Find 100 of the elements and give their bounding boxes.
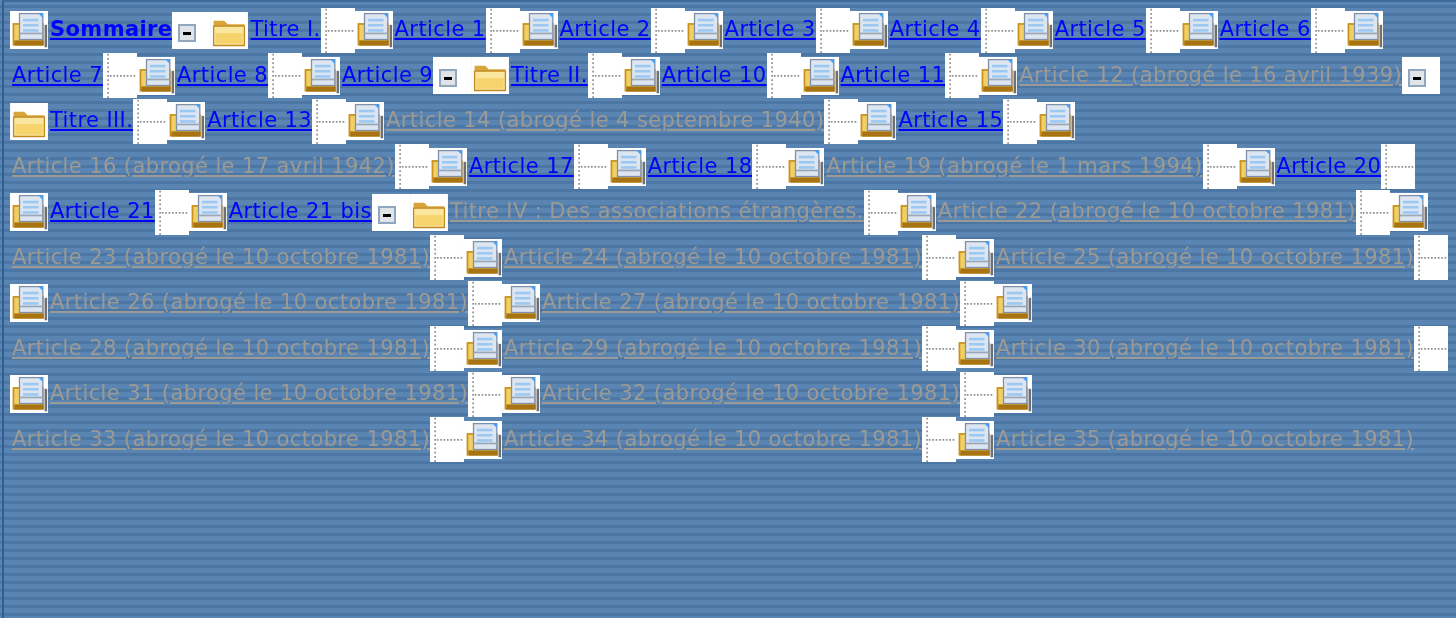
document-icon bbox=[167, 102, 206, 140]
tree-link[interactable]: Article 3 bbox=[724, 17, 816, 41]
tree-connector bbox=[980, 7, 1015, 53]
document-icon bbox=[956, 420, 995, 459]
tree-link[interactable]: Article 31 (abrogé le 10 octobre 1981) bbox=[50, 381, 468, 405]
tree-connector bbox=[587, 53, 622, 98]
tree-connector bbox=[922, 326, 957, 371]
tree-connector bbox=[103, 53, 137, 98]
document-icon bbox=[10, 375, 48, 413]
collapse-toggle[interactable] bbox=[433, 57, 472, 94]
tree-link[interactable]: Article 33 (abrogé le 10 octobre 1981) bbox=[12, 426, 430, 451]
document-icon bbox=[188, 193, 227, 231]
tree-link[interactable]: Titre II. bbox=[511, 62, 588, 87]
tree-connector bbox=[960, 280, 995, 326]
tree-link[interactable]: Article 34 (abrogé le 10 octobre 1981) bbox=[504, 426, 923, 451]
document-icon bbox=[849, 11, 888, 49]
folder-icon bbox=[471, 57, 510, 94]
collapse-toggle[interactable] bbox=[172, 11, 211, 49]
tree-link[interactable]: Article 30 (abrogé le 10 octobre 1981) bbox=[996, 335, 1415, 360]
document-icon bbox=[607, 147, 646, 186]
tree-link[interactable]: Article 14 (abrogé le 4 septembre 1940) bbox=[386, 108, 825, 132]
tree-connector bbox=[1355, 189, 1390, 235]
tree-connector bbox=[1414, 235, 1449, 280]
tree-link[interactable]: Article 16 (abrogé le 17 avril 1942) bbox=[12, 153, 395, 178]
document-icon bbox=[10, 193, 48, 231]
tree-connector bbox=[922, 417, 957, 462]
tree-link[interactable]: Article 2 bbox=[559, 17, 651, 41]
document-icon bbox=[10, 284, 48, 322]
tree-connector bbox=[320, 7, 355, 53]
tree-link[interactable]: Article 15 bbox=[898, 108, 1004, 132]
tree-link[interactable]: Article 1 bbox=[394, 17, 486, 41]
document-icon bbox=[1179, 11, 1218, 49]
tree-connector bbox=[815, 7, 850, 53]
tree-connector bbox=[154, 189, 189, 235]
tree-link[interactable]: Article 13 bbox=[207, 108, 313, 132]
tree-connector bbox=[430, 235, 464, 280]
tree-link[interactable]: Article 25 (abrogé le 10 octobre 1981) bbox=[996, 244, 1415, 269]
collapse-toggle[interactable] bbox=[371, 193, 410, 231]
tree-connector bbox=[485, 7, 520, 53]
tree-link[interactable]: Article 6 bbox=[1219, 17, 1311, 41]
tree-connector bbox=[468, 371, 502, 417]
document-icon bbox=[621, 56, 660, 95]
document-icon bbox=[464, 420, 502, 459]
tree-link[interactable]: Article 21 bbox=[50, 199, 155, 223]
tree-link[interactable]: Article 21 bis bbox=[228, 199, 372, 223]
tree-link[interactable]: Article 11 bbox=[840, 62, 946, 87]
tree-link[interactable]: Article 29 (abrogé le 10 octobre 1981) bbox=[504, 335, 923, 360]
tree-link[interactable]: Titre III. bbox=[50, 108, 134, 132]
tree-link[interactable]: Article 4 bbox=[889, 17, 981, 41]
document-icon bbox=[502, 375, 540, 413]
tree-connector bbox=[394, 144, 429, 189]
document-icon bbox=[428, 147, 467, 186]
document-icon bbox=[137, 56, 175, 95]
tree-link[interactable]: Article 20 bbox=[1276, 153, 1382, 178]
tree-link[interactable]: Article 9 bbox=[342, 62, 434, 87]
tree-connector bbox=[1145, 7, 1180, 53]
tree-link[interactable]: Article 5 bbox=[1054, 17, 1146, 41]
tree-connector bbox=[1414, 326, 1449, 371]
tree-link[interactable]: Article 22 (abrogé le 10 octobre 1981) bbox=[937, 199, 1356, 223]
tree-link[interactable]: Article 10 bbox=[661, 62, 767, 87]
document-icon bbox=[979, 56, 1018, 95]
tree-link[interactable]: Titre IV : Des associations étrangères. bbox=[449, 199, 864, 223]
tree-connector bbox=[650, 7, 685, 53]
tree-connector bbox=[752, 144, 787, 189]
document-icon bbox=[1236, 147, 1275, 186]
tree-link[interactable]: Article 12 (abrogé le 16 avril 1939) bbox=[1019, 62, 1403, 87]
tree-link[interactable]: Article 32 (abrogé le 10 octobre 1981) bbox=[542, 381, 961, 405]
tree-link[interactable]: Article 17 bbox=[468, 153, 574, 178]
tree-link[interactable]: Article 35 (abrogé le 10 octobre 1981) bbox=[996, 426, 1415, 451]
document-icon bbox=[684, 11, 723, 49]
tree-link[interactable]: Article 7 bbox=[12, 62, 103, 87]
document-icon bbox=[354, 11, 393, 49]
document-icon bbox=[1037, 102, 1076, 140]
tree-connector bbox=[863, 189, 898, 235]
document-icon bbox=[956, 329, 995, 368]
tree-connector bbox=[960, 371, 995, 417]
tree-link[interactable]: Article 19 (abrogé le 1 mars 1994) bbox=[826, 153, 1203, 178]
tree-link[interactable]: Article 23 (abrogé le 10 octobre 1981) bbox=[12, 244, 430, 269]
tree-connector bbox=[312, 98, 347, 144]
tree-connector bbox=[430, 417, 464, 462]
document-icon bbox=[464, 238, 502, 277]
tree-link[interactable]: Article 18 bbox=[647, 153, 753, 178]
tree-link[interactable]: Article 26 (abrogé le 10 octobre 1981) bbox=[50, 290, 468, 314]
tree-link[interactable]: Article 27 (abrogé le 10 octobre 1981) bbox=[542, 290, 961, 314]
document-icon bbox=[800, 56, 839, 95]
collapse-toggle[interactable] bbox=[1402, 57, 1441, 94]
folder-icon bbox=[210, 11, 249, 49]
document-icon bbox=[994, 375, 1033, 413]
document-icon bbox=[994, 284, 1033, 322]
tree-link[interactable]: Titre I. bbox=[250, 17, 321, 41]
document-icon bbox=[502, 284, 540, 322]
tree-link[interactable]: Article 8 bbox=[177, 62, 269, 87]
tree-link[interactable]: Article 28 (abrogé le 10 octobre 1981) bbox=[12, 335, 430, 360]
tree-link[interactable]: Article 24 (abrogé le 10 octobre 1981) bbox=[504, 244, 923, 269]
document-icon bbox=[786, 147, 825, 186]
tree-connector bbox=[430, 326, 464, 371]
folder-icon bbox=[409, 193, 448, 231]
tree-link[interactable]: Sommaire bbox=[50, 17, 173, 41]
document-icon bbox=[464, 329, 502, 368]
document-icon bbox=[858, 102, 897, 140]
